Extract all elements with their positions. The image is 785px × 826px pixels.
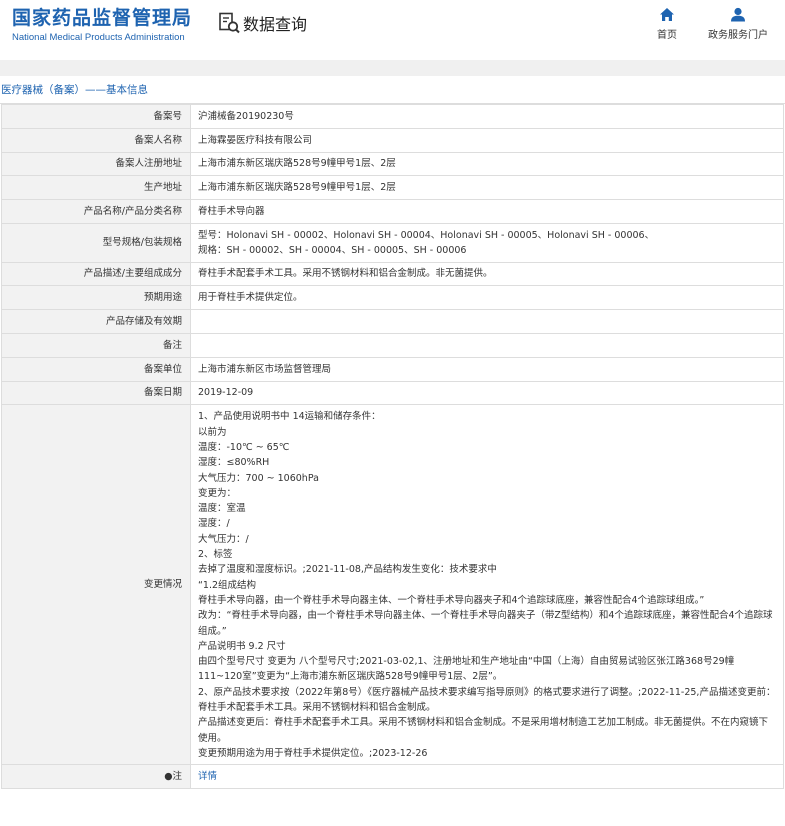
- field-label: ●注: [1, 764, 191, 789]
- field-label: 产品描述/主要组成成分: [1, 261, 191, 287]
- field-value: 脊柱手术配套手术工具。采用不锈钢材料和铝合金制成。非无菌提供。: [190, 261, 784, 287]
- table-row: 备注: [1, 332, 784, 358]
- nav-home-label: 首页: [657, 30, 677, 41]
- user-icon: [731, 7, 745, 22]
- field-label: 变更情况: [1, 404, 191, 766]
- table-row: 备案号 沪浦械备20190230号: [1, 104, 784, 129]
- record-detail-table: 备案号 沪浦械备20190230号 备案人名称 上海霖晏医疗科技有限公司 备案人…: [1, 104, 784, 789]
- field-value: 脊柱手术导向器: [190, 199, 784, 224]
- nav-home[interactable]: 首页: [635, 7, 699, 41]
- field-label: 生产地址: [1, 175, 191, 201]
- table-row: 产品名称/产品分类名称 脊柱手术导向器: [1, 199, 784, 224]
- logo-chinese-name: 国家药品监督管理局: [12, 7, 193, 29]
- field-label: 备注: [1, 332, 191, 358]
- field-value: 用于脊柱手术提供定位。: [190, 285, 784, 311]
- field-value: 上海市浦东新区市场监督管理局: [190, 356, 784, 382]
- field-value: 1、产品使用说明书中 14运输和储存条件： 以前为 温度：-10℃ ~ 65℃ …: [190, 404, 784, 766]
- field-label: 备案号: [1, 104, 191, 129]
- breadcrumb-text: 医疗器械（备案）——基本信息: [1, 84, 148, 96]
- field-label: 备案人注册地址: [1, 151, 191, 177]
- field-value: 上海市浦东新区瑞庆路528号9幢甲号1层、2层: [190, 151, 784, 177]
- nav-government-portal[interactable]: 政务服务门户: [706, 7, 770, 41]
- table-row: 生产地址 上海市浦东新区瑞庆路528号9幢甲号1层、2层: [1, 175, 784, 201]
- table-row: 变更情况 1、产品使用说明书中 14运输和储存条件： 以前为 温度：-10℃ ~…: [1, 404, 784, 766]
- data-query-label: 数据查询: [243, 15, 308, 34]
- field-value: 型号：Holonavi SH - 00002、Holonavi SH - 000…: [190, 222, 784, 263]
- header-divider: [0, 60, 785, 76]
- field-value: [190, 309, 784, 334]
- nav-government-portal-label: 政务服务门户: [708, 30, 768, 41]
- field-value: 详情: [190, 764, 784, 789]
- field-value: 沪浦械备20190230号: [190, 104, 784, 129]
- table-row: 型号规格/包装规格 型号：Holonavi SH - 00002、Holonav…: [1, 222, 784, 263]
- table-row: 备案日期 2019-12-09: [1, 380, 784, 406]
- field-value: [190, 332, 784, 358]
- table-row: 产品存储及有效期: [1, 309, 784, 334]
- field-label: 型号规格/包装规格: [1, 222, 191, 263]
- document-search-icon: [219, 12, 240, 34]
- home-icon: [660, 8, 674, 21]
- site-logo[interactable]: 国家药品监督管理局 National Medical Products Admi…: [12, 7, 192, 44]
- breadcrumb: 医疗器械（备案）——基本信息: [0, 76, 785, 104]
- logo-english-name: National Medical Products Administration: [12, 32, 185, 43]
- table-row: 备案人名称 上海霖晏医疗科技有限公司: [1, 127, 784, 153]
- field-value: 2019-12-09: [190, 380, 784, 406]
- field-label: 产品存储及有效期: [1, 309, 191, 334]
- field-label: 备案人名称: [1, 127, 191, 153]
- table-row: 备案人注册地址 上海市浦东新区瑞庆路528号9幢甲号1层、2层: [1, 151, 784, 177]
- field-value: 上海市浦东新区瑞庆路528号9幢甲号1层、2层: [190, 175, 784, 201]
- field-value: 上海霖晏医疗科技有限公司: [190, 127, 784, 153]
- table-row: 预期用途 用于脊柱手术提供定位。: [1, 285, 784, 311]
- table-row: ●注 详情: [1, 764, 784, 789]
- field-label: 备案日期: [1, 380, 191, 406]
- field-label: 备案单位: [1, 356, 191, 382]
- data-query-title: 数据查询: [218, 11, 307, 35]
- field-label: 预期用途: [1, 285, 191, 311]
- table-row: 产品描述/主要组成成分 脊柱手术配套手术工具。采用不锈钢材料和铝合金制成。非无菌…: [1, 261, 784, 287]
- table-row: 备案单位 上海市浦东新区市场监督管理局: [1, 356, 784, 382]
- field-label: 产品名称/产品分类名称: [1, 199, 191, 224]
- details-link[interactable]: 详情: [198, 771, 217, 782]
- site-header: 国家药品监督管理局 National Medical Products Admi…: [0, 0, 785, 60]
